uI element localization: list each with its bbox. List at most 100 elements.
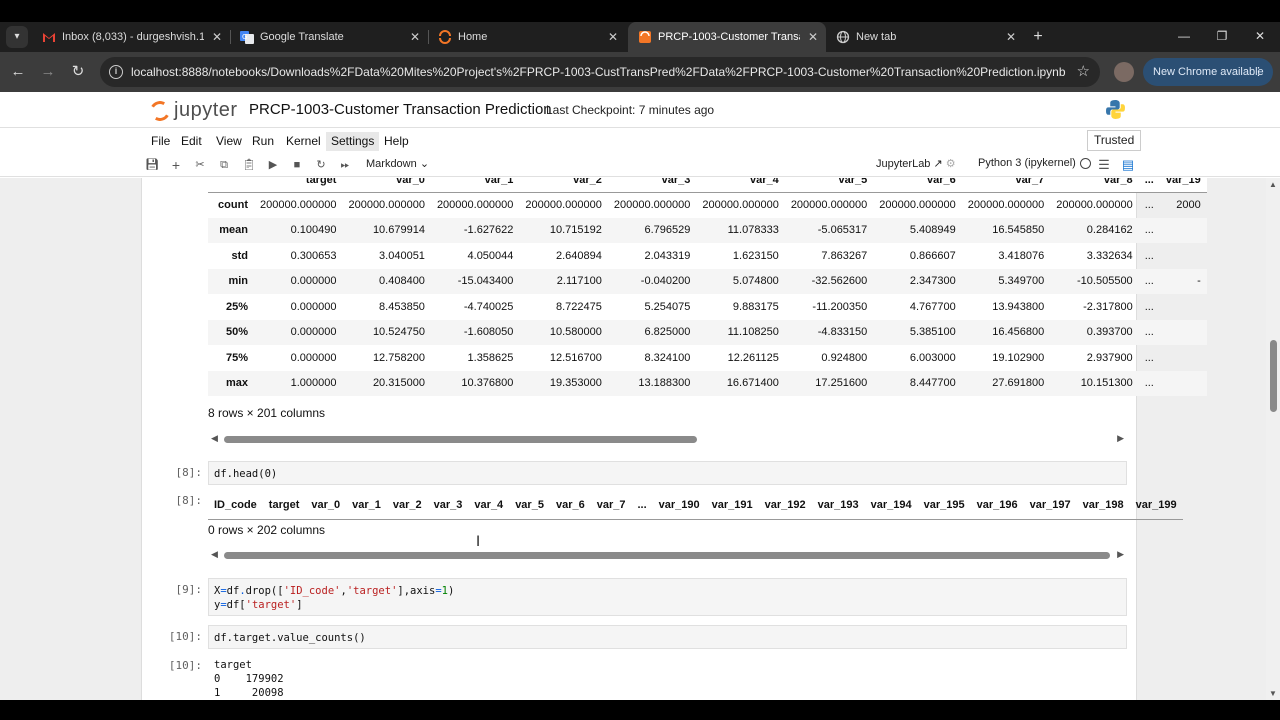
row-label: 25% — [225, 300, 248, 313]
close-icon[interactable]: ✕ — [808, 22, 818, 52]
site-info-icon[interactable]: i — [109, 65, 123, 79]
table-cell: 200000.000000 — [436, 199, 514, 211]
code-cell-8[interactable]: df.head(0) — [208, 461, 1127, 485]
tab-search-button[interactable]: ▾ — [6, 26, 28, 48]
jupyterlab-link[interactable]: JupyterLab ↗ ⚙ — [876, 157, 956, 170]
forward-button[interactable]: → — [38, 62, 58, 82]
cut-icon[interactable]: ✂ — [192, 157, 208, 173]
trusted-indicator[interactable]: Trusted — [1087, 130, 1142, 151]
menu-run[interactable]: Run — [247, 132, 279, 151]
code-cell-10[interactable]: df.target.value_counts() — [208, 625, 1127, 649]
cell-type-select[interactable]: Markdown ⌄ — [366, 157, 429, 170]
menu-edit[interactable]: Edit — [176, 132, 207, 151]
close-icon[interactable]: ✕ — [410, 22, 420, 52]
kebab-menu-icon[interactable]: ⋮ — [1253, 58, 1264, 86]
add-cell-icon[interactable]: + — [168, 157, 184, 173]
notebook-title[interactable]: PRCP-1003-Customer Transaction Predictio… — [249, 101, 552, 118]
table-cell: 200000.000000 — [702, 199, 779, 211]
row-label: 75% — [225, 351, 248, 364]
restart-icon[interactable]: ↻ — [313, 157, 329, 173]
fast-forward-icon[interactable]: ⏩︎ — [337, 157, 353, 173]
scrollbar-thumb[interactable] — [224, 436, 697, 443]
gmail-icon — [43, 33, 55, 42]
copy-icon[interactable]: ⧉ — [216, 157, 232, 173]
table-cell: 8.447700 — [873, 370, 962, 396]
vertical-scrollbar[interactable]: ▲ ▼ — [1266, 178, 1280, 700]
tab-home[interactable]: Home ✕ — [428, 22, 626, 52]
table-cell: 11.108250 — [696, 319, 785, 345]
table-cell: 16.456800 — [961, 319, 1051, 345]
paste-icon[interactable]: 📋︎ — [241, 157, 257, 173]
scroll-down-icon[interactable]: ▼ — [1269, 689, 1277, 698]
menu-settings[interactable]: Settings — [326, 132, 380, 151]
table-cell: 12.516700 — [549, 351, 602, 364]
save-icon[interactable]: 💾︎ — [144, 157, 160, 173]
table-cell: 12.261125 — [727, 351, 779, 364]
tab-gmail[interactable]: Inbox (8,033) - durgeshvish.199 ✕ — [32, 22, 231, 52]
menu-view[interactable]: View — [211, 132, 247, 151]
table-row: min 0.000000 0.408400 -15.043400 2.117100 -0.… — [208, 268, 1207, 294]
scroll-left-icon[interactable]: ◀ — [211, 433, 218, 444]
kernel-status-icon — [1080, 158, 1091, 169]
address-bar[interactable]: i localhost:8888/notebooks/Downloads%2FD… — [100, 57, 1100, 87]
table-cell: -10.505500 — [1050, 268, 1139, 294]
table-cell: 200000.000000 — [879, 199, 956, 211]
tab-google-translate[interactable]: G Google Translate ✕ — [230, 22, 429, 52]
table-row: 25% 0.000000 8.453850 -4.740025 8.722475 5.25… — [208, 294, 1207, 320]
menu-help[interactable]: Help — [379, 132, 414, 151]
column-header: var_190 — [652, 491, 706, 520]
scroll-right-icon[interactable]: ▶ — [1117, 433, 1124, 444]
table-cell: 6.825000 — [607, 319, 697, 345]
table-cell: ... — [1144, 351, 1154, 364]
menu-file[interactable]: File — [146, 132, 175, 151]
table-cell: 0.284162 — [1050, 217, 1139, 243]
reload-button[interactable]: ↻ — [68, 62, 88, 82]
chrome-update-button[interactable]: New Chrome available ⋮ — [1143, 58, 1273, 86]
notebook-scroll-area[interactable]: target var_0 var_1 var_2 var_3 var_4 var_5 var_… — [0, 178, 1280, 700]
scroll-up-icon[interactable]: ▲ — [1269, 180, 1277, 189]
new-tab-button[interactable]: + — [1028, 26, 1048, 48]
list-icon[interactable]: ☰ — [1096, 157, 1112, 173]
jupyter-icon — [439, 30, 451, 44]
jupyter-wordmark: jupyter — [174, 99, 238, 121]
horizontal-scrollbar[interactable]: ◀ ▶ — [208, 549, 1127, 561]
kernel-name[interactable]: Python 3 (ipykernel) — [978, 157, 1076, 169]
tab-notebook[interactable]: PRCP-1003-Customer Transaction ✕ — [628, 22, 826, 52]
table-cell: 1.358625 — [467, 351, 514, 364]
scrollbar-thumb[interactable] — [224, 552, 1110, 559]
window-close-button[interactable]: ✕ — [1242, 22, 1278, 52]
table-cell — [1160, 294, 1207, 320]
table-cell: 13.188300 — [607, 370, 697, 396]
gear-icon[interactable]: ⚙ — [946, 158, 956, 170]
stop-icon[interactable]: ■ — [289, 157, 305, 173]
code-cell-9[interactable]: X=df.drop(['ID_code','target'],axis=1) y… — [208, 578, 1127, 616]
table-cell: ... — [1138, 268, 1160, 294]
table-row: max 1.000000 20.315000 10.376800 19.353000 13… — [208, 370, 1207, 396]
table-cell: 0.000000 — [254, 319, 343, 345]
table-cell: -4.740025 — [463, 300, 514, 313]
column-header: var_2 — [386, 491, 428, 520]
bookmark-star-icon[interactable]: ☆ — [1077, 62, 1090, 80]
restore-button[interactable]: ❐ — [1204, 22, 1240, 52]
describe-shape-text: 8 rows × 201 columns — [208, 406, 326, 420]
close-icon[interactable]: ✕ — [1006, 22, 1016, 52]
jupyter-logo[interactable]: jupyter — [147, 98, 242, 124]
value-counts-output: target 0 179902 1 20098 — [214, 659, 284, 699]
table-cell: 6.003000 — [909, 351, 956, 364]
table-row: mean 0.100490 10.679914 -1.627622 10.715192 6… — [208, 217, 1207, 243]
back-button[interactable]: ← — [8, 62, 28, 82]
close-icon[interactable]: ✕ — [608, 22, 618, 52]
close-icon[interactable]: ✕ — [212, 22, 222, 52]
horizontal-scrollbar[interactable]: ◀ ▶ — [208, 433, 1127, 445]
tab-new-tab[interactable]: New tab ✕ — [826, 22, 1024, 52]
toc-icon[interactable]: ▤ — [1120, 157, 1136, 173]
menu-kernel[interactable]: Kernel — [281, 132, 326, 151]
run-icon[interactable]: ▶ — [265, 157, 281, 173]
table-cell: 200000.000000 — [348, 199, 425, 211]
scroll-left-icon[interactable]: ◀ — [211, 549, 218, 560]
profile-avatar[interactable] — [1114, 62, 1134, 82]
minimize-button[interactable]: — — [1166, 22, 1202, 52]
screen-top-border — [0, 0, 1280, 22]
scrollbar-thumb[interactable] — [1270, 340, 1277, 412]
scroll-right-icon[interactable]: ▶ — [1117, 549, 1124, 560]
